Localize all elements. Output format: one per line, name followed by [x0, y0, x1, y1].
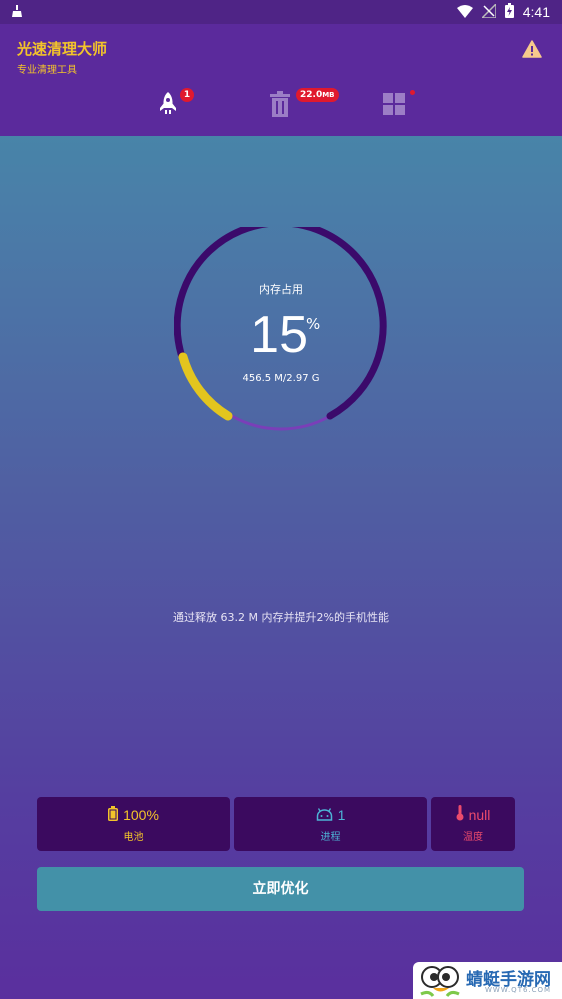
- warning-icon[interactable]: [522, 40, 542, 62]
- wifi-icon: [456, 3, 473, 22]
- gauge-percent-unit: %: [306, 315, 321, 333]
- app-header: 光速清理大师 专业清理工具 1 22.0MB: [0, 24, 562, 136]
- android-icon: [316, 806, 333, 825]
- clean-size-value: 22.0: [300, 90, 323, 100]
- tab-bar: 1 22.0MB: [0, 86, 562, 126]
- gauge-fill: [178, 352, 233, 421]
- trash-icon: [269, 91, 291, 121]
- gauge-memory-detail: 456.5 M/2.97 G: [242, 373, 320, 384]
- temperature-value: null: [468, 807, 491, 823]
- process-value: 1: [337, 807, 346, 823]
- temperature-card[interactable]: null 温度: [431, 797, 515, 851]
- process-label: 进程: [320, 831, 341, 843]
- temperature-label: 温度: [463, 832, 483, 843]
- battery-icon: [108, 805, 119, 825]
- battery-card[interactable]: 100% 电池: [37, 797, 230, 851]
- rocket-icon: [157, 91, 179, 121]
- battery-value: 100%: [123, 807, 159, 823]
- clean-size-badge: 22.0MB: [296, 88, 339, 102]
- grid-icon: [383, 93, 405, 119]
- accelerate-badge: 1: [180, 88, 194, 102]
- memory-gauge: 内存占用 15 % 456.5 M/2.97 G: [174, 227, 388, 441]
- status-bar: 4:41: [0, 0, 562, 24]
- no-signal-icon: [479, 1, 497, 22]
- battery-charging-icon: [504, 2, 514, 22]
- clean-size-unit: MB: [322, 91, 335, 99]
- site-watermark: 蜻蜓手游网 WWW.QT6.COM: [413, 962, 562, 999]
- tab-accelerate[interactable]: 1: [146, 86, 194, 126]
- thermometer-icon: [456, 805, 464, 825]
- optimize-hint: 通过释放 63.2 M 内存并提升2%的手机性能: [173, 611, 389, 624]
- optimize-now-button[interactable]: 立即优化: [37, 867, 524, 911]
- app-subtitle: 专业清理工具: [17, 65, 77, 76]
- tab-clean[interactable]: 22.0MB: [258, 86, 339, 126]
- tools-notification-dot: [410, 90, 415, 95]
- cleaner-notification-icon: [10, 3, 24, 22]
- app-title: 光速清理大师: [17, 40, 108, 58]
- tab-tools[interactable]: [372, 86, 416, 126]
- process-card[interactable]: 1 进程: [234, 797, 427, 851]
- gauge-label: 内存占用: [259, 283, 303, 296]
- watermark-url: WWW.QT6.COM: [485, 986, 552, 994]
- gauge-percent-value: 15: [250, 306, 308, 364]
- dragonfly-logo-icon: [419, 964, 463, 999]
- gauge-inner-arc: [230, 414, 332, 431]
- status-time: 4:41: [522, 4, 550, 20]
- battery-label: 电池: [123, 831, 144, 843]
